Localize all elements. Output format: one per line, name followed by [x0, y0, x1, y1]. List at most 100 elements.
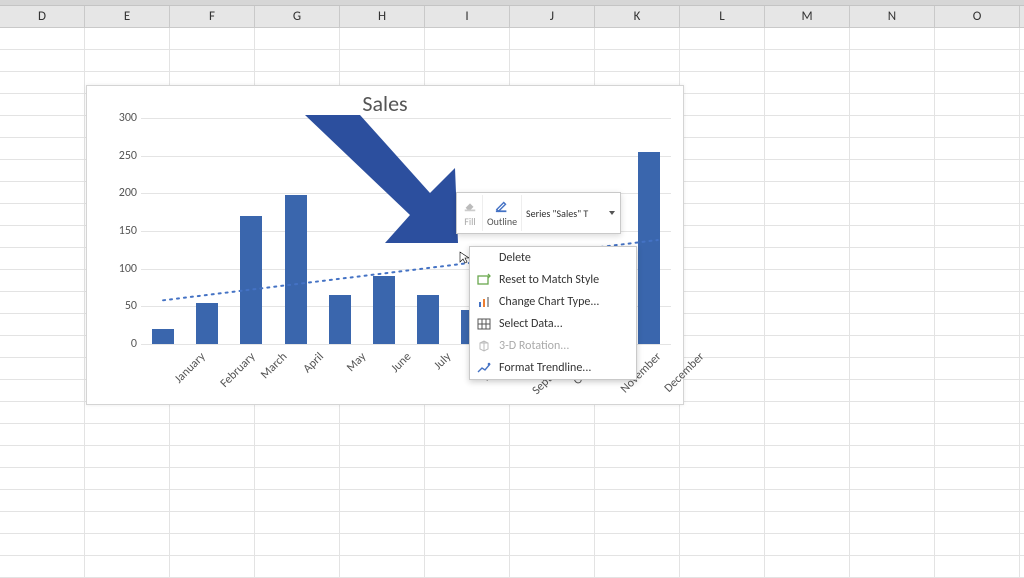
cell[interactable] — [850, 94, 935, 116]
cell[interactable] — [935, 358, 1020, 380]
cell[interactable] — [765, 292, 850, 314]
column-header[interactable]: I — [425, 6, 510, 27]
cell[interactable] — [680, 556, 765, 578]
cell[interactable] — [850, 160, 935, 182]
context-menu[interactable]: Delete Reset to Match Style Change Chart… — [469, 246, 637, 380]
cell[interactable] — [0, 94, 85, 116]
cell[interactable] — [765, 380, 850, 402]
cell[interactable] — [425, 424, 510, 446]
cell[interactable] — [85, 424, 170, 446]
cell[interactable] — [85, 490, 170, 512]
cell[interactable] — [850, 314, 935, 336]
cell[interactable] — [765, 28, 850, 50]
cell[interactable] — [510, 468, 595, 490]
cell[interactable] — [850, 556, 935, 578]
cell[interactable] — [85, 468, 170, 490]
cell[interactable] — [765, 270, 850, 292]
cell[interactable] — [425, 556, 510, 578]
cell[interactable] — [765, 314, 850, 336]
cell[interactable] — [0, 336, 85, 358]
cell[interactable] — [255, 28, 340, 50]
cell[interactable] — [0, 446, 85, 468]
cell[interactable] — [765, 424, 850, 446]
cell[interactable] — [935, 512, 1020, 534]
cell[interactable] — [170, 534, 255, 556]
cell[interactable] — [510, 490, 595, 512]
cell[interactable] — [0, 402, 85, 424]
cell[interactable] — [765, 468, 850, 490]
cell[interactable] — [0, 490, 85, 512]
cell[interactable] — [935, 226, 1020, 248]
cell[interactable] — [595, 446, 680, 468]
cell[interactable] — [170, 446, 255, 468]
cell[interactable] — [510, 512, 595, 534]
cell[interactable] — [595, 512, 680, 534]
cell[interactable] — [0, 72, 85, 94]
cell[interactable] — [0, 556, 85, 578]
cell[interactable] — [85, 446, 170, 468]
column-header[interactable]: M — [765, 6, 850, 27]
cell[interactable] — [170, 28, 255, 50]
cell[interactable] — [255, 446, 340, 468]
menu-delete[interactable]: Delete — [470, 247, 636, 269]
cell[interactable] — [85, 512, 170, 534]
cell[interactable] — [680, 138, 765, 160]
column-header[interactable]: D — [0, 6, 85, 27]
cell[interactable] — [680, 314, 765, 336]
cell[interactable] — [255, 490, 340, 512]
cell[interactable] — [765, 50, 850, 72]
cell[interactable] — [425, 490, 510, 512]
cell[interactable] — [850, 204, 935, 226]
cell[interactable] — [340, 28, 425, 50]
cell[interactable] — [765, 182, 850, 204]
cell[interactable] — [595, 402, 680, 424]
cell[interactable] — [850, 292, 935, 314]
column-header[interactable]: F — [170, 6, 255, 27]
cell[interactable] — [935, 490, 1020, 512]
cell[interactable] — [170, 556, 255, 578]
cell[interactable] — [340, 424, 425, 446]
cell[interactable] — [0, 512, 85, 534]
cell[interactable] — [935, 380, 1020, 402]
cell[interactable] — [680, 248, 765, 270]
column-header[interactable]: K — [595, 6, 680, 27]
cell[interactable] — [765, 204, 850, 226]
cell[interactable] — [765, 358, 850, 380]
cell[interactable] — [425, 534, 510, 556]
cell[interactable] — [340, 490, 425, 512]
fill-button[interactable]: Fill — [458, 195, 483, 231]
cell[interactable] — [595, 534, 680, 556]
cell[interactable] — [850, 138, 935, 160]
cell[interactable] — [850, 336, 935, 358]
cell[interactable] — [680, 204, 765, 226]
cell[interactable] — [935, 50, 1020, 72]
cell[interactable] — [935, 446, 1020, 468]
cell[interactable] — [765, 446, 850, 468]
cell[interactable] — [850, 72, 935, 94]
cell[interactable] — [765, 160, 850, 182]
cell[interactable] — [170, 424, 255, 446]
cell[interactable] — [935, 534, 1020, 556]
cell[interactable] — [935, 468, 1020, 490]
cell[interactable] — [935, 28, 1020, 50]
cell[interactable] — [680, 50, 765, 72]
cell[interactable] — [85, 50, 170, 72]
cell[interactable] — [340, 534, 425, 556]
cell[interactable] — [765, 512, 850, 534]
cell[interactable] — [0, 116, 85, 138]
bar[interactable] — [373, 276, 395, 344]
cell[interactable] — [0, 270, 85, 292]
cell[interactable] — [0, 204, 85, 226]
column-header[interactable]: G — [255, 6, 340, 27]
cell[interactable] — [935, 72, 1020, 94]
bar[interactable] — [152, 329, 174, 344]
cell[interactable] — [765, 226, 850, 248]
column-header[interactable]: O — [935, 6, 1020, 27]
column-header[interactable]: E — [85, 6, 170, 27]
cell[interactable] — [170, 468, 255, 490]
cell[interactable] — [255, 50, 340, 72]
menu-format-trendline[interactable]: Format Trendline... — [470, 357, 636, 379]
bar[interactable] — [240, 216, 262, 344]
cell[interactable] — [680, 182, 765, 204]
cell[interactable] — [850, 380, 935, 402]
